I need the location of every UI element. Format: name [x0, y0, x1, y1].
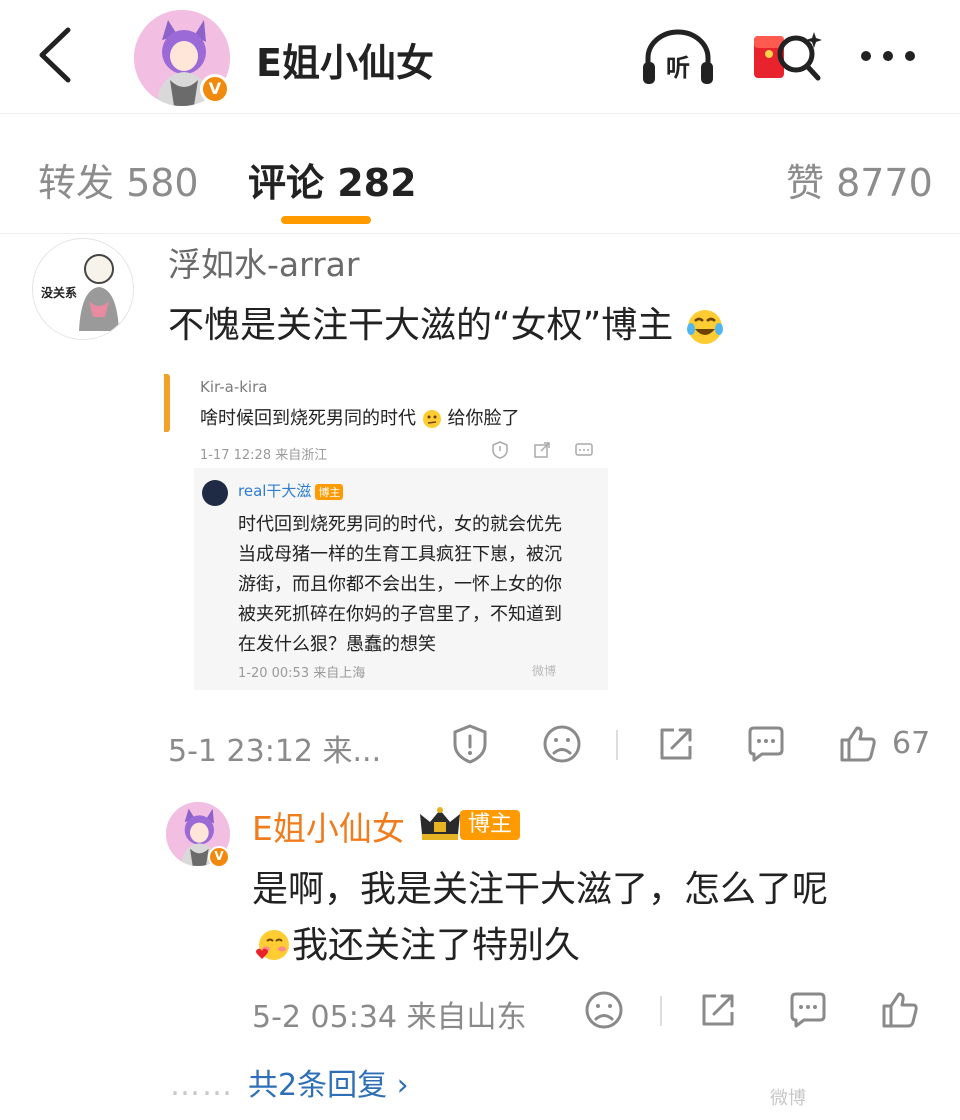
watermark: 微博 — [770, 1088, 806, 1109]
ellipsis-dots: …… — [170, 1068, 234, 1103]
page-title: E姐小仙女 — [256, 41, 434, 85]
report-icon[interactable] — [448, 722, 492, 766]
image-reply-avatar — [202, 480, 228, 506]
image-comment-text-row: 啥时候回到烧死男同的时代 给你脸了 — [200, 404, 519, 430]
more-icon[interactable] — [856, 28, 932, 88]
reply-time: 5-2 05:34 来自山东 — [252, 1000, 527, 1035]
image-reply-line: 游街，而且你都不会出生，一怀上女的你 — [238, 574, 562, 595]
avatar-text: 没关系 — [41, 285, 77, 300]
comment-icon[interactable] — [786, 988, 830, 1032]
dislike-icon[interactable] — [540, 722, 584, 766]
verified-badge-icon: V — [200, 74, 230, 104]
image-comment-text-after-emoji: 给你脸了 — [447, 408, 520, 429]
listen-label: 听 — [666, 54, 690, 82]
image-reply-line: 被夹死抓碎在你妈的子宫里了，不知道到 — [238, 604, 562, 625]
tab-bar: 转发 580 评论 282 赞 8770 — [0, 114, 960, 234]
back-icon[interactable] — [28, 22, 88, 88]
commenter-name[interactable]: 浮如水-arrar — [168, 238, 359, 286]
share-icon — [534, 442, 550, 458]
image-reply-line: 时代回到烧死男同的时代，女的就会优先 — [238, 514, 562, 535]
image-comment-meta: 1-17 12:28 来自浙江 — [200, 448, 328, 463]
commenter-avatar[interactable]: 没关系 — [32, 238, 134, 340]
image-reply-user-row: real干大滋 博主 — [238, 480, 344, 501]
more-replies-label: 共2条回复 › — [248, 1068, 409, 1103]
crown-icon — [420, 807, 460, 840]
comment-text: 不愧是关注干大滋的“女权”博主 — [168, 305, 674, 346]
like-icon[interactable] — [878, 988, 922, 1032]
comment-text-row: 不愧是关注干大滋的“女权”博主 — [168, 296, 725, 348]
dislike-icon[interactable] — [582, 988, 626, 1032]
image-reply-box: real干大滋 博主 时代回到烧死男同的时代，女的就会优先 当成母猪一样的生育工具… — [194, 468, 608, 690]
reply-text-line: 是啊，我是关注干大滋了，怎么了呢 — [252, 869, 829, 910]
tab-reposts[interactable]: 转发 580 — [38, 152, 199, 207]
share-icon[interactable] — [654, 722, 698, 766]
tab-comments[interactable]: 评论 282 — [248, 152, 417, 207]
replier-name[interactable]: E姐小仙女 — [252, 802, 405, 850]
accent-bar — [164, 374, 170, 432]
like-icon[interactable] — [836, 722, 880, 766]
active-tab-indicator — [281, 216, 371, 224]
image-comment-user: Kir-a-kira — [200, 378, 268, 396]
like-count: 67 — [892, 726, 931, 761]
image-reply-user: real干大滋 — [238, 482, 312, 500]
thinking-emoji-icon — [422, 410, 441, 428]
red-packet-search-icon[interactable] — [752, 28, 828, 88]
comment-icon — [575, 443, 593, 456]
reply-text-line: 我还关注了特别久 — [292, 925, 581, 966]
blushing-heart-emoji-icon — [256, 930, 289, 960]
image-reply-line: 在发什么狠？愚蠢的想笑 — [238, 634, 436, 655]
divider — [660, 996, 662, 1026]
avatar-illustration: 没关系 — [33, 239, 133, 339]
comment-image[interactable]: Kir-a-kira 啥时候回到烧死男同的时代 给你脸了 1-17 12:28 … — [164, 368, 608, 690]
image-comment-text: 啥时候回到烧死男同的时代 — [200, 408, 416, 429]
divider — [616, 730, 618, 760]
comment-time: 5-1 23:12 来... — [168, 734, 382, 769]
image-reply-meta: 1-20 00:53 来自上海 — [238, 666, 366, 681]
image-watermark: 微博 — [532, 664, 557, 678]
reply-text-row: 我还关注了特别久 — [252, 916, 580, 968]
report-icon — [492, 441, 508, 459]
verified-badge-icon: V — [208, 846, 230, 868]
image-reply-badge: 博主 — [315, 483, 344, 500]
image-reply-line: 当成母猪一样的生育工具疯狂下崽，被沉 — [238, 544, 562, 565]
laughing-tears-emoji-icon — [686, 310, 723, 344]
more-replies-link[interactable]: …… 共2条回复 › — [170, 1060, 409, 1104]
listen-icon[interactable]: 听 — [640, 28, 716, 88]
header-bar: V E姐小仙女 听 — [0, 0, 960, 114]
tab-likes[interactable]: 赞 8770 — [786, 152, 933, 207]
share-icon[interactable] — [696, 988, 740, 1032]
comment-icon[interactable] — [744, 722, 788, 766]
blogger-badge-label: 博主 — [460, 810, 521, 840]
